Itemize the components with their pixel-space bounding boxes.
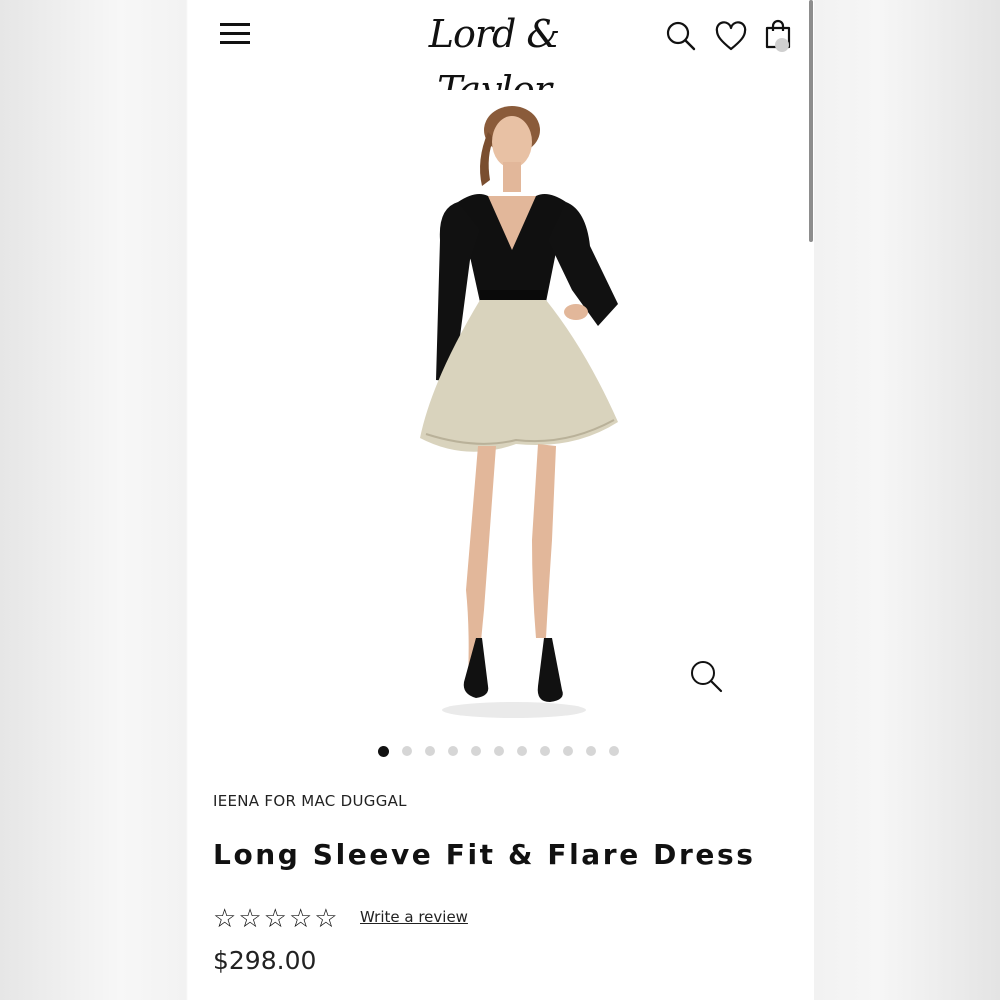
star-icon[interactable]: ☆ — [289, 906, 312, 932]
star-icon[interactable]: ☆ — [238, 906, 261, 932]
write-review-link[interactable]: Write a review — [360, 908, 468, 926]
carousel-dot-8[interactable] — [540, 746, 550, 756]
star-icon[interactable]: ☆ — [213, 906, 236, 932]
carousel-dot-1[interactable] — [378, 745, 389, 757]
carousel-dot-3[interactable] — [425, 746, 435, 756]
rating-stars[interactable]: ☆ ☆ ☆ ☆ ☆ — [213, 906, 338, 932]
product-price: $298.00 — [213, 946, 317, 975]
carousel-dot-7[interactable] — [517, 746, 527, 756]
carousel-dot-9[interactable] — [563, 746, 573, 756]
carousel-dot-10[interactable] — [586, 746, 596, 756]
product-title: Long Sleeve Fit & Flare Dress — [213, 838, 756, 871]
scrollbar[interactable] — [809, 0, 813, 242]
cart-count-badge — [775, 38, 789, 52]
carousel-dot-6[interactable] — [494, 746, 504, 756]
product-brand[interactable]: IEENA FOR MAC DUGGAL — [213, 792, 407, 810]
product-image[interactable] — [226, 90, 754, 722]
search-icon[interactable] — [665, 20, 697, 52]
carousel-dot-5[interactable] — [471, 746, 481, 756]
zoom-icon[interactable] — [688, 658, 724, 694]
heart-icon[interactable] — [715, 21, 747, 53]
site-logo[interactable]: Lord & Taylor — [384, 6, 604, 112]
menu-icon[interactable] — [218, 20, 252, 50]
image-carousel-indicator — [378, 744, 619, 758]
star-icon[interactable]: ☆ — [314, 906, 337, 932]
star-icon[interactable]: ☆ — [264, 906, 287, 932]
carousel-dot-2[interactable] — [402, 746, 412, 756]
carousel-dot-4[interactable] — [448, 746, 458, 756]
carousel-dot-11[interactable] — [609, 746, 619, 756]
mobile-viewport: Lord & Taylor — [188, 0, 814, 1000]
